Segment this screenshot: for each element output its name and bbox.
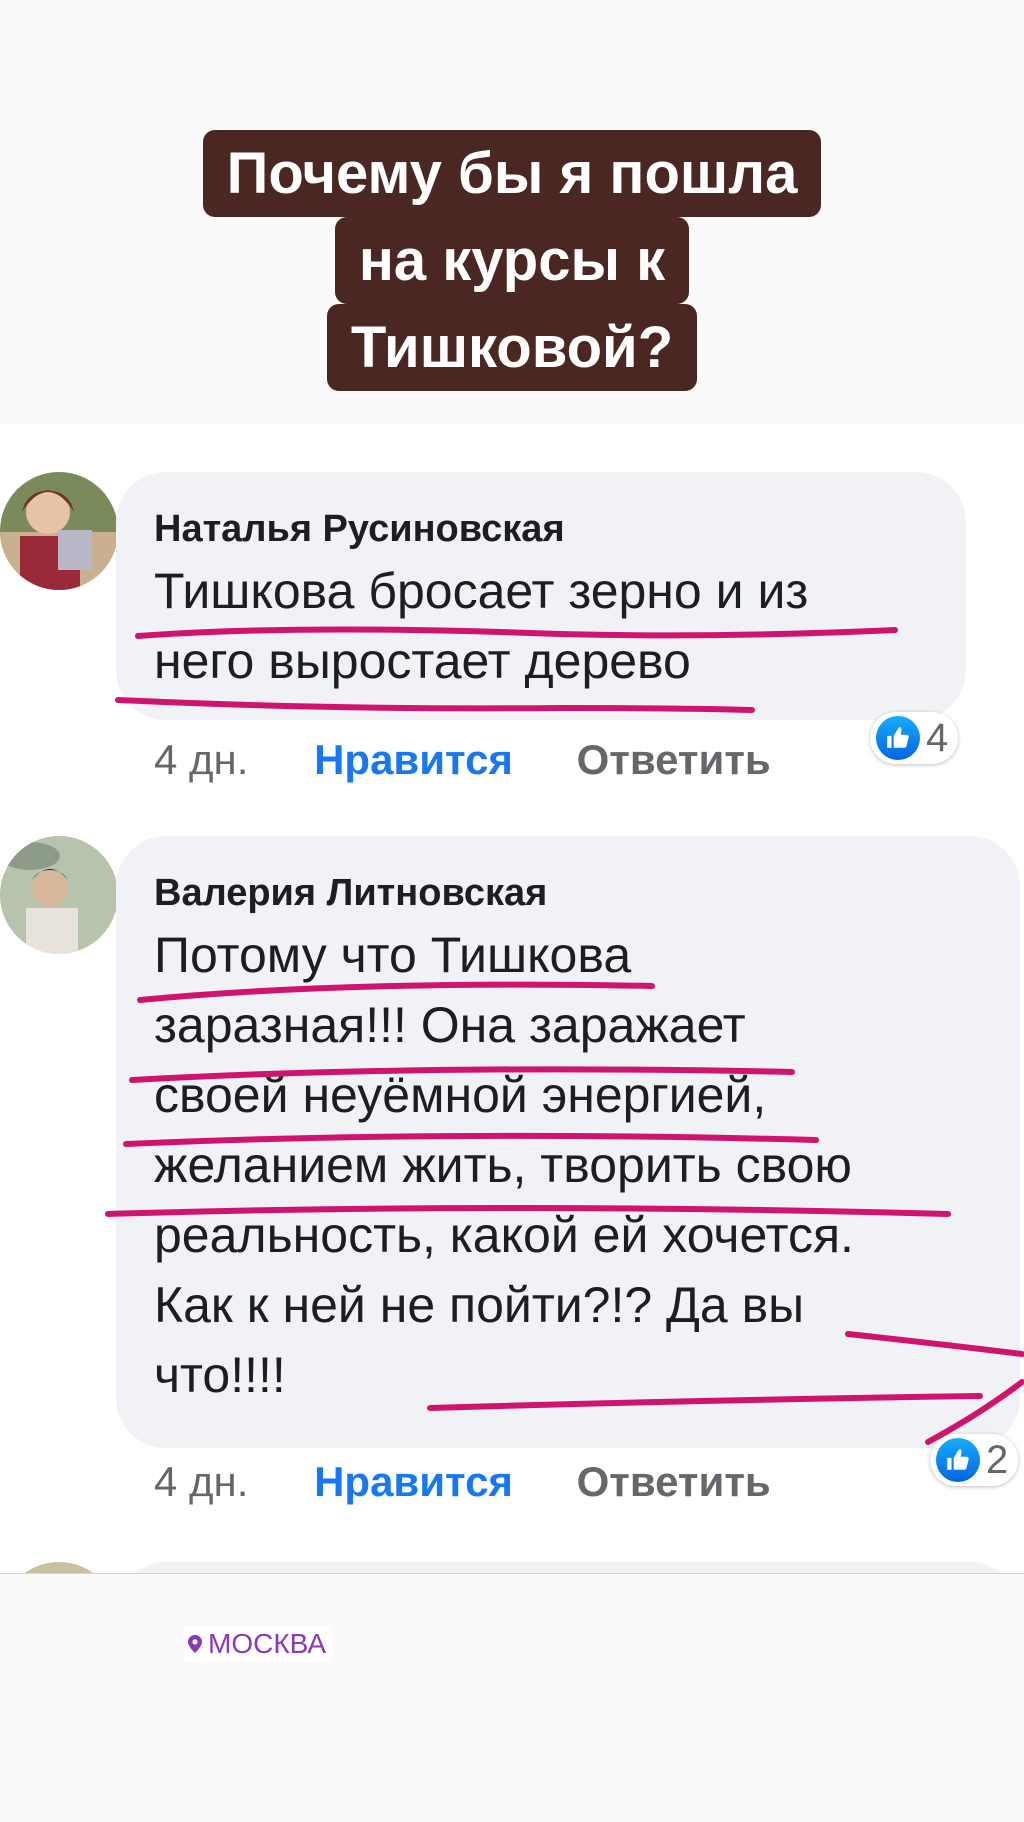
comment-text-line: Как к ней не пойти?!? Да вы bbox=[154, 1277, 805, 1333]
avatar[interactable] bbox=[0, 836, 118, 954]
reply-button[interactable]: Ответить bbox=[577, 736, 771, 783]
comment-text-line: заразная!!! Она заражает bbox=[154, 997, 746, 1053]
reply-button[interactable]: Ответить bbox=[577, 1458, 771, 1505]
comment-text: Потому что Тишкова заразная!!! Она зараж… bbox=[154, 920, 982, 1410]
comment-text-line: реальность, какой ей хочется. bbox=[154, 1207, 854, 1263]
reaction-number: 2 bbox=[986, 1437, 1009, 1482]
thumbs-up-icon bbox=[876, 716, 920, 760]
comment-text-line: желанием жить, творить свою bbox=[154, 1137, 852, 1193]
thumbs-up-icon bbox=[936, 1438, 980, 1482]
comment-actions: 4 дн. Нравится Ответить bbox=[154, 1458, 771, 1506]
story-title-line: Тишковой? bbox=[326, 304, 698, 391]
comment-bubble: Валерия Литновская Потому что Тишкова за… bbox=[116, 836, 1020, 1448]
comments-screenshot: Наталья Русиновская Тишкова бросает зерн… bbox=[0, 424, 1024, 1574]
reaction-count[interactable]: 4 bbox=[870, 712, 959, 764]
comment-time[interactable]: 4 дн. bbox=[154, 1458, 248, 1505]
comment-text-line: Тишкова бросает зерно и из bbox=[154, 563, 809, 619]
story-title-line: Почему бы я пошла bbox=[202, 130, 822, 217]
location-pin-icon bbox=[188, 1628, 202, 1660]
story-bottom-area: МОСКВА bbox=[0, 1573, 1024, 1822]
comment-author[interactable]: Наталья Русиновская bbox=[154, 506, 928, 552]
reaction-number: 4 bbox=[926, 715, 949, 760]
comment-bubble: Наталья Русиновская Тишкова бросает зерн… bbox=[116, 472, 966, 720]
comment-author[interactable]: Валерия Литновская bbox=[154, 870, 982, 916]
location-label: МОСКВА bbox=[208, 1628, 327, 1659]
like-button[interactable]: Нравится bbox=[314, 1458, 513, 1505]
comment-text-line: Потому что Тишкова bbox=[154, 927, 632, 983]
reaction-count[interactable]: 2 bbox=[930, 1434, 1019, 1486]
comment-text-line: что!!!! bbox=[154, 1347, 286, 1403]
story-title: Почему бы я пошла на курсы к Тишковой? bbox=[0, 130, 1024, 391]
comment-text: Тишкова бросает зерно и из него выростае… bbox=[154, 556, 928, 696]
location-sticker[interactable]: МОСКВА bbox=[184, 1626, 333, 1662]
comment-time[interactable]: 4 дн. bbox=[154, 736, 248, 783]
comment-text-line: своей неуёмной энергией, bbox=[154, 1067, 767, 1123]
comment-actions: 4 дн. Нравится Ответить bbox=[154, 736, 771, 784]
comment-text-line: него выростает дерево bbox=[154, 633, 691, 689]
story-title-line: на курсы к bbox=[334, 217, 690, 304]
avatar[interactable] bbox=[0, 472, 118, 590]
like-button[interactable]: Нравится bbox=[314, 736, 513, 783]
